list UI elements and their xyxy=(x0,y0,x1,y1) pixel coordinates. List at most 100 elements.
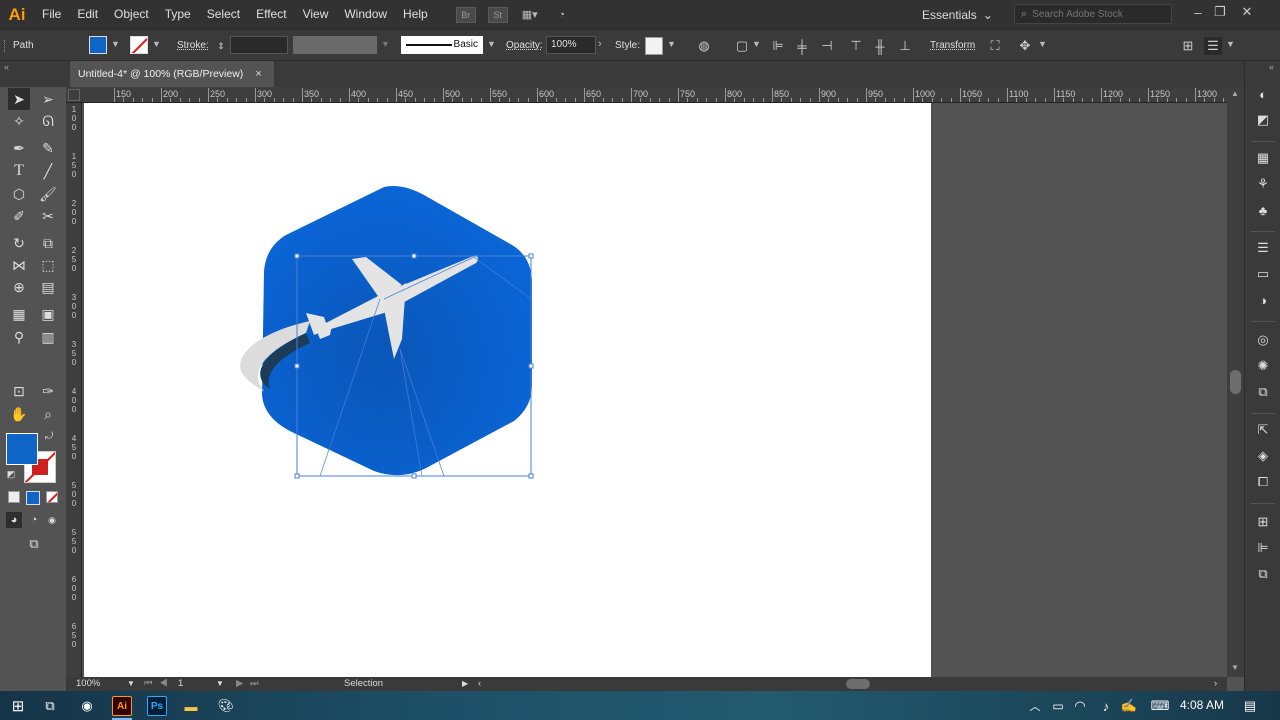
perspective-grid-tool-icon[interactable]: ▤ xyxy=(37,276,59,298)
chevron-down-icon[interactable]: ▼ xyxy=(667,39,676,49)
battery-icon[interactable]: ▭ xyxy=(1048,696,1068,716)
status-menu-icon[interactable]: ▶ xyxy=(462,677,468,691)
zoom-tool-icon[interactable]: ⌕ xyxy=(37,403,59,425)
pen-tool-icon[interactable]: ✒ xyxy=(8,137,30,159)
chevron-down-icon[interactable]: ▼ xyxy=(152,39,161,49)
chevron-down-icon[interactable]: ▼ xyxy=(1226,39,1235,49)
transparency-panel-icon[interactable]: ◑ xyxy=(1254,291,1272,309)
artboards-icon[interactable]: ⧠ xyxy=(1254,473,1272,491)
align-panel-icon[interactable]: ⊫ xyxy=(1254,539,1272,557)
shape-builder-tool-icon[interactable]: ⊕ xyxy=(8,276,30,298)
shaper-tool-icon[interactable]: ✐ xyxy=(8,205,30,227)
search-input[interactable] xyxy=(1032,8,1163,20)
asset-export-icon[interactable]: ⧉ xyxy=(1254,383,1272,401)
gradient-mode-icon[interactable] xyxy=(26,491,40,505)
align-vertical-center-icon[interactable]: ╫ xyxy=(871,37,889,55)
clock[interactable]: 4:08 AM xyxy=(1180,698,1224,712)
default-colors-icon[interactable]: ◩ xyxy=(4,467,18,481)
menu-edit[interactable]: Edit xyxy=(69,0,106,29)
document-tab[interactable]: Untitled-4* @ 100% (RGB/Preview) × xyxy=(70,61,274,87)
selection-tool-icon[interactable]: ➤ xyxy=(8,88,30,110)
scroll-up-icon[interactable]: ▲ xyxy=(1231,89,1239,98)
transform-panel-icon[interactable]: ⊞ xyxy=(1254,513,1272,531)
brushes-icon[interactable]: ⚘ xyxy=(1254,175,1272,193)
artboard[interactable] xyxy=(84,103,931,677)
opacity-field[interactable]: 100% xyxy=(546,36,596,54)
chevron-down-icon[interactable]: ▼ xyxy=(111,39,120,49)
gpu-performance-icon[interactable]: ◔ xyxy=(552,7,572,23)
align-right-icon[interactable]: ⊣ xyxy=(818,37,836,55)
draw-normal-icon[interactable]: ◕ xyxy=(6,512,22,528)
align-top-icon[interactable]: ⊤ xyxy=(847,37,865,55)
fill-swatch[interactable] xyxy=(89,36,107,54)
horizontal-scroll-thumb[interactable] xyxy=(846,679,870,689)
show-hidden-icons[interactable]: ︿ xyxy=(1025,696,1045,716)
windows-start-icon[interactable]: ⊞ xyxy=(8,696,28,716)
align-horizontal-center-icon[interactable]: ╪ xyxy=(793,37,811,55)
artboard-nav-last-icon[interactable]: ▶ ⏭ xyxy=(236,677,261,691)
menu-view[interactable]: View xyxy=(295,0,337,29)
illustrator-taskbar-icon[interactable]: Ai xyxy=(112,696,132,716)
magic-wand-tool-icon[interactable]: ✧ xyxy=(8,110,30,132)
notifications-icon[interactable]: ▤ xyxy=(1240,696,1260,716)
arrange-documents-icon[interactable]: ▦▾ xyxy=(520,7,540,23)
menu-object[interactable]: Object xyxy=(106,0,157,29)
stroke-weight-stepper[interactable]: ⇕ xyxy=(212,37,230,55)
gradient-panel-icon[interactable]: ▭ xyxy=(1254,265,1272,283)
collapse-toolbar-icon[interactable]: « xyxy=(4,62,9,72)
width-tool-icon[interactable]: ⋈ xyxy=(8,254,30,276)
chevron-down-icon[interactable]: ▼ xyxy=(127,677,135,691)
search-stock[interactable]: ⌕ xyxy=(1014,4,1172,24)
type-tool-icon[interactable]: T xyxy=(8,160,30,182)
variable-width-profile[interactable] xyxy=(293,36,377,54)
scroll-left-icon[interactable]: ‹ xyxy=(478,677,481,691)
appearance-panel-icon[interactable]: ◎ xyxy=(1254,331,1272,349)
puppet-warp-icon[interactable]: ✥ xyxy=(1016,37,1034,55)
minimize-button[interactable]: – xyxy=(1187,3,1209,21)
keyboard-icon[interactable]: ⌨ xyxy=(1150,696,1170,716)
isolate-object-icon[interactable]: ⛶ xyxy=(986,37,1004,55)
rotate-tool-icon[interactable]: ↻ xyxy=(8,232,30,254)
chevron-right-icon[interactable]: › xyxy=(598,38,602,50)
pathfinder-icon[interactable]: ⧉ xyxy=(1254,565,1272,583)
graphic-style-swatch[interactable] xyxy=(645,37,663,55)
ruler-origin[interactable] xyxy=(68,89,80,101)
menu-type[interactable]: Type xyxy=(157,0,199,29)
color-panel-icon[interactable]: ◐ xyxy=(1254,85,1272,103)
line-segment-tool-icon[interactable]: ╱ xyxy=(37,160,59,182)
transform-link[interactable]: Transform xyxy=(930,40,975,51)
bridge-icon[interactable]: Br xyxy=(455,6,476,23)
menu-select[interactable]: Select xyxy=(199,0,248,29)
direct-selection-tool-icon[interactable]: ➢ xyxy=(37,88,59,110)
slice-tool-icon[interactable]: ✑ xyxy=(37,380,59,402)
chevron-down-icon[interactable]: ▼ xyxy=(1038,39,1047,49)
vertical-scrollbar[interactable]: ▲ ▼ xyxy=(1227,87,1244,677)
stroke-panel-icon[interactable]: ☰ xyxy=(1254,239,1272,257)
paint-app-icon[interactable]: 🎨︎ xyxy=(216,696,236,716)
scale-tool-icon[interactable]: ⧉ xyxy=(37,232,59,254)
grip-handle[interactable] xyxy=(4,40,7,52)
artwork[interactable] xyxy=(84,103,931,677)
align-left-icon[interactable]: ⊫ xyxy=(769,37,787,55)
mesh-tool-icon[interactable]: ▦ xyxy=(8,303,30,325)
graph-tool-icon[interactable]: ▥ xyxy=(37,326,59,348)
export-icon[interactable]: ⇱ xyxy=(1254,421,1272,439)
chevron-down-icon[interactable]: ▼ xyxy=(487,39,496,49)
artboard-number[interactable]: 1 xyxy=(178,677,208,691)
task-view-icon[interactable]: ⧉ xyxy=(40,696,60,716)
scissors-tool-icon[interactable]: ✂ xyxy=(37,205,59,227)
chevron-down-icon[interactable]: ▼ xyxy=(381,39,390,49)
free-transform-tool-icon[interactable]: ⬚ xyxy=(37,254,59,276)
polygon-tool-icon[interactable]: ⬡ xyxy=(8,183,30,205)
color-guide-icon[interactable]: ◩ xyxy=(1254,111,1272,129)
lasso-tool-icon[interactable]: ᘏ xyxy=(37,110,59,132)
paintbrush-tool-icon[interactable]: 🖌︎ xyxy=(37,183,59,205)
expand-panels-icon[interactable]: « xyxy=(1269,62,1274,72)
panel-menu-icon[interactable]: ☰ xyxy=(1204,37,1222,55)
fill-color-box[interactable] xyxy=(6,433,38,465)
draw-inside-icon[interactable]: ◉ xyxy=(44,512,60,528)
close-button[interactable]: ✕ xyxy=(1236,3,1258,21)
menu-help[interactable]: Help xyxy=(395,0,436,29)
file-explorer-icon[interactable]: ▬ xyxy=(181,696,201,716)
opacity-label[interactable]: Opacity: xyxy=(506,40,543,51)
